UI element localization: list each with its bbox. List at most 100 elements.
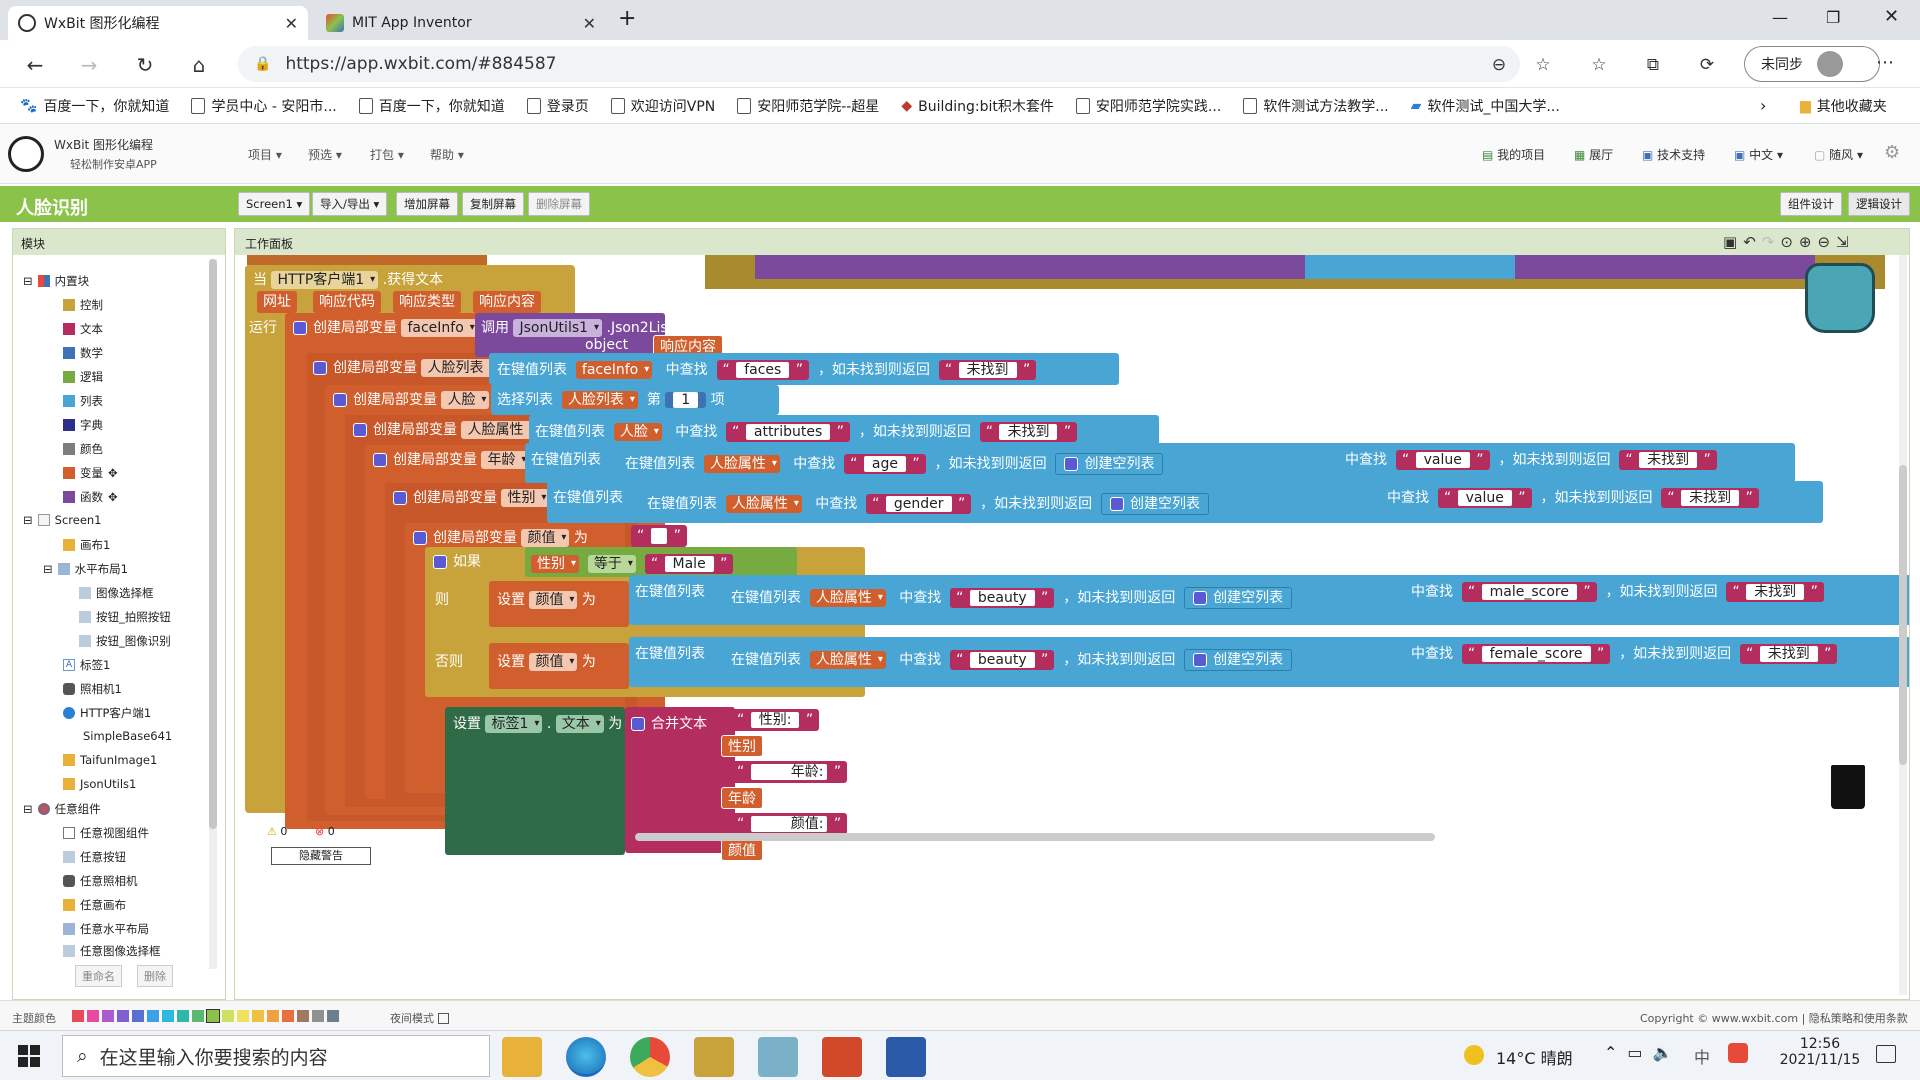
zoom-out-icon[interactable]: ⊖: [1818, 233, 1837, 251]
tree-item-lists[interactable]: 列表: [63, 393, 103, 409]
reload-icon[interactable]: ↻: [132, 52, 158, 78]
tree-any-view[interactable]: 任意视图组件: [63, 825, 149, 841]
sogou-icon[interactable]: [1728, 1043, 1748, 1063]
tree-item-logic[interactable]: 逻辑: [63, 369, 103, 385]
checkbox[interactable]: [438, 1012, 449, 1024]
undo-icon[interactable]: ↶: [1743, 233, 1762, 251]
param-code[interactable]: 响应代码: [313, 291, 381, 313]
theme-swatch[interactable]: [72, 1010, 84, 1022]
windows-start-icon[interactable]: [18, 1045, 40, 1067]
support-link[interactable]: ▣ 技术支持: [1642, 146, 1705, 163]
menu-preview[interactable]: 预选 ▾: [308, 146, 342, 163]
tree-item-dict[interactable]: 字典: [63, 417, 103, 433]
bookmark-item[interactable]: 🐾 百度一下，你就知道: [20, 96, 169, 116]
tab-wxbit[interactable]: WxBit 图形化编程 ✕: [8, 6, 308, 40]
profile-button[interactable]: 未同步: [1744, 46, 1880, 82]
theme-swatch[interactable]: [87, 1010, 99, 1022]
tree-item-text[interactable]: 文本: [63, 321, 103, 337]
screen-select[interactable]: Screen1 ▾: [238, 192, 311, 216]
event-component-dropdown[interactable]: HTTP客户端1: [271, 271, 379, 289]
battery-icon[interactable]: ▭: [1627, 1043, 1652, 1062]
string-beauty-label[interactable]: “ 颜值: ”: [731, 813, 848, 835]
home-icon[interactable]: ⌂: [186, 52, 212, 78]
delete-button[interactable]: 删除: [137, 965, 173, 987]
minimize-icon[interactable]: —: [1772, 8, 1788, 27]
powerpoint-icon[interactable]: [822, 1037, 862, 1077]
blocks-button[interactable]: 逻辑设计: [1848, 192, 1910, 216]
menu-help[interactable]: 帮助 ▾: [430, 146, 464, 163]
theme-swatches[interactable]: [72, 1009, 339, 1023]
notification-icon[interactable]: [1876, 1045, 1896, 1063]
bookmark-item[interactable]: 登录页: [526, 96, 589, 116]
volume-icon[interactable]: 🔈: [1653, 1043, 1683, 1062]
redo-icon[interactable]: ↷: [1762, 233, 1781, 251]
theme-swatch[interactable]: [312, 1010, 324, 1022]
bookmark-item[interactable]: 安阳师范学院--超星: [737, 96, 879, 116]
zoom-in-icon[interactable]: ⊕: [1799, 233, 1818, 251]
tree-item-variables[interactable]: 变量 ✥: [63, 465, 118, 481]
theme-swatch[interactable]: [282, 1010, 294, 1022]
close-window-icon[interactable]: ✕: [1884, 6, 1899, 27]
theme-swatch[interactable]: [147, 1010, 159, 1022]
tree-builtin[interactable]: ⊟ 内置块: [23, 273, 89, 289]
menu-build[interactable]: 打包 ▾: [370, 146, 404, 163]
save-icon[interactable]: ▣: [1723, 233, 1743, 251]
back-icon[interactable]: ←: [22, 52, 48, 78]
tree-canvas1[interactable]: 画布1: [63, 537, 110, 553]
chevron-up-icon[interactable]: ⌃: [1604, 1043, 1627, 1062]
tree-any-camera[interactable]: 任意照相机: [63, 873, 138, 889]
param-url[interactable]: 网址: [257, 291, 297, 313]
tree-taifun[interactable]: TaifunImage1: [63, 753, 157, 767]
forward-icon[interactable]: →: [76, 52, 102, 78]
designer-button[interactable]: 组件设计: [1780, 192, 1842, 216]
my-projects-link[interactable]: ▤ 我的项目: [1482, 146, 1545, 163]
copyright[interactable]: Copyright © www.wxbit.com | 隐私策略和使用条款: [1640, 1010, 1908, 1026]
tree-imagepicker[interactable]: 图像选择框: [79, 585, 154, 601]
download-icon[interactable]: ⇲: [1836, 233, 1855, 251]
theme-swatch[interactable]: [206, 1009, 220, 1023]
theme-swatch[interactable]: [117, 1010, 129, 1022]
menu-project[interactable]: 项目 ▾: [248, 146, 282, 163]
gallery-link[interactable]: ▦ 展厅: [1574, 146, 1613, 163]
bookmark-item[interactable]: ▰ 软件测试_中国大学...: [1411, 96, 1560, 116]
restore-icon[interactable]: ❐: [1826, 8, 1840, 27]
empty-string-block[interactable]: “ ”: [631, 525, 687, 547]
close-tab-icon[interactable]: ✕: [583, 14, 596, 33]
add-screen-button[interactable]: 增加屏幕: [396, 192, 458, 216]
bookmark-item[interactable]: 百度一下，你就知道: [358, 96, 505, 116]
theme-swatch[interactable]: [327, 1010, 339, 1022]
tree-screen1[interactable]: ⊟ Screen1: [23, 513, 102, 527]
tree-http1[interactable]: HTTP客户端1: [63, 705, 151, 721]
scroll-thumb[interactable]: [209, 259, 217, 829]
string-gender-label[interactable]: “ 性别: ”: [731, 709, 820, 731]
bookmark-item[interactable]: 软件测试方法教学...: [1243, 96, 1389, 116]
bookmark-item[interactable]: 学员中心 - 安阳市...: [191, 96, 337, 116]
delete-screen-button[interactable]: 删除屏幕: [528, 192, 590, 216]
tree-item-math[interactable]: 数学: [63, 345, 103, 361]
weather-text[interactable]: 14°C 晴朗: [1496, 1045, 1573, 1069]
ime-indicator[interactable]: 中: [1694, 1044, 1710, 1068]
tree-item-colors[interactable]: 颜色: [63, 441, 103, 457]
copy-screen-button[interactable]: 复制屏幕: [462, 192, 524, 216]
palette-scrollbar[interactable]: [209, 259, 217, 969]
theme-swatch[interactable]: [162, 1010, 174, 1022]
favorites-icon[interactable]: ☆: [1586, 52, 1612, 78]
word-icon[interactable]: [886, 1037, 926, 1077]
theme-swatch[interactable]: [177, 1010, 189, 1022]
param-content[interactable]: 响应内容: [473, 291, 541, 313]
tree-any-button[interactable]: 任意按钮: [63, 849, 126, 865]
tree-item-procedures[interactable]: 函数 ✥: [63, 489, 118, 505]
tree-button-photo[interactable]: 按钮_拍照按钮: [79, 609, 171, 625]
tree-any-imagepicker[interactable]: 任意图像选择框: [63, 945, 161, 957]
more-icon[interactable]: ⋯: [1872, 50, 1898, 76]
chevron-right-icon[interactable]: ›: [1760, 96, 1766, 115]
clock[interactable]: 12:56 2021/11/15: [1770, 1036, 1870, 1068]
tab-mit[interactable]: MIT App Inventor ✕: [316, 6, 606, 40]
new-tab-icon[interactable]: +: [618, 6, 636, 31]
theme-swatch[interactable]: [252, 1010, 264, 1022]
rename-button[interactable]: 重命名: [75, 965, 122, 987]
theme-swatch[interactable]: [102, 1010, 114, 1022]
backpack-icon[interactable]: [1805, 263, 1875, 333]
tree-jsonutils[interactable]: JsonUtils1: [63, 777, 136, 791]
tree-item-control[interactable]: 控制: [63, 297, 103, 313]
